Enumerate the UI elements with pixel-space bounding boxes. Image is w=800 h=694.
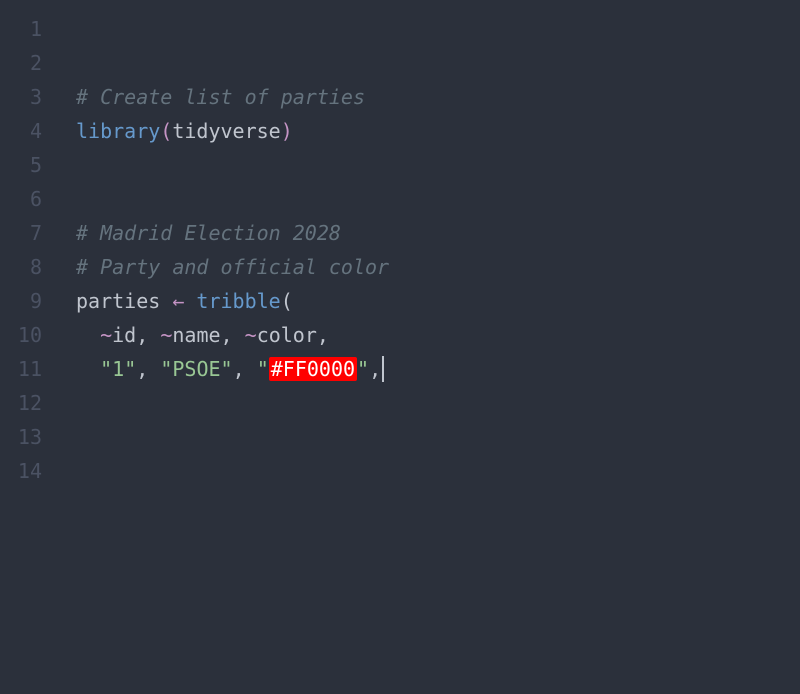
- indent: [76, 357, 100, 381]
- code-line-11[interactable]: "1", "PSOE", "#FF0000",: [76, 352, 800, 386]
- code-line-7[interactable]: # Madrid Election 2028: [76, 216, 800, 250]
- color-value-highlight: #FF0000: [269, 357, 357, 381]
- quote: ": [257, 357, 269, 381]
- col-name: id: [112, 323, 136, 347]
- paren-close: ): [281, 119, 293, 143]
- quote: ": [124, 357, 136, 381]
- quote: ": [160, 357, 172, 381]
- col-name: color: [257, 323, 317, 347]
- comment: # Party and official color: [76, 255, 389, 279]
- line-number: 7: [0, 216, 60, 250]
- code-line-14[interactable]: [76, 454, 800, 488]
- string-value: PSOE: [172, 357, 220, 381]
- line-number: 6: [0, 182, 60, 216]
- paren-open: (: [281, 289, 293, 313]
- code-line-10[interactable]: ~id, ~name, ~color,: [76, 318, 800, 352]
- code-line-4[interactable]: library(tidyverse): [76, 114, 800, 148]
- line-number: 11: [0, 352, 60, 386]
- line-number: 4: [0, 114, 60, 148]
- line-number: 1: [0, 12, 60, 46]
- line-number: 10: [0, 318, 60, 352]
- function-name: tribble: [196, 289, 280, 313]
- string-value: 1: [112, 357, 124, 381]
- text-cursor: [382, 356, 384, 382]
- quote: ": [357, 357, 369, 381]
- code-line-8[interactable]: # Party and official color: [76, 250, 800, 284]
- code-line-1[interactable]: [76, 12, 800, 46]
- variable-name: parties: [76, 289, 160, 313]
- line-number: 3: [0, 80, 60, 114]
- comma: ,: [136, 323, 160, 347]
- comma: ,: [369, 357, 381, 381]
- assign-operator: ←: [160, 289, 196, 313]
- quote: ": [100, 357, 112, 381]
- line-number: 9: [0, 284, 60, 318]
- tilde: ~: [160, 323, 172, 347]
- comma: ,: [233, 357, 257, 381]
- code-line-2[interactable]: [76, 46, 800, 80]
- code-line-9[interactable]: parties ← tribble(: [76, 284, 800, 318]
- code-line-12[interactable]: [76, 386, 800, 420]
- tilde: ~: [100, 323, 112, 347]
- line-number: 13: [0, 420, 60, 454]
- comma: ,: [136, 357, 160, 381]
- paren-open: (: [160, 119, 172, 143]
- line-number: 12: [0, 386, 60, 420]
- code-editor[interactable]: 1 2 3 4 5 6 7 8 9 10 11 12 13 14 # Creat…: [0, 0, 800, 694]
- argument: tidyverse: [172, 119, 280, 143]
- function-name: library: [76, 119, 160, 143]
- line-number: 2: [0, 46, 60, 80]
- tilde: ~: [245, 323, 257, 347]
- code-line-6[interactable]: [76, 182, 800, 216]
- code-line-13[interactable]: [76, 420, 800, 454]
- comma: ,: [221, 323, 245, 347]
- code-line-3[interactable]: # Create list of parties: [76, 80, 800, 114]
- code-area[interactable]: # Create list of parties library(tidyver…: [60, 0, 800, 694]
- code-line-5[interactable]: [76, 148, 800, 182]
- col-name: name: [172, 323, 220, 347]
- indent: [76, 323, 100, 347]
- comment: # Create list of parties: [76, 85, 365, 109]
- line-number-gutter: 1 2 3 4 5 6 7 8 9 10 11 12 13 14: [0, 0, 60, 694]
- line-number: 14: [0, 454, 60, 488]
- quote: ": [221, 357, 233, 381]
- line-number: 5: [0, 148, 60, 182]
- comma: ,: [317, 323, 329, 347]
- line-number: 8: [0, 250, 60, 284]
- comment: # Madrid Election 2028: [76, 221, 341, 245]
